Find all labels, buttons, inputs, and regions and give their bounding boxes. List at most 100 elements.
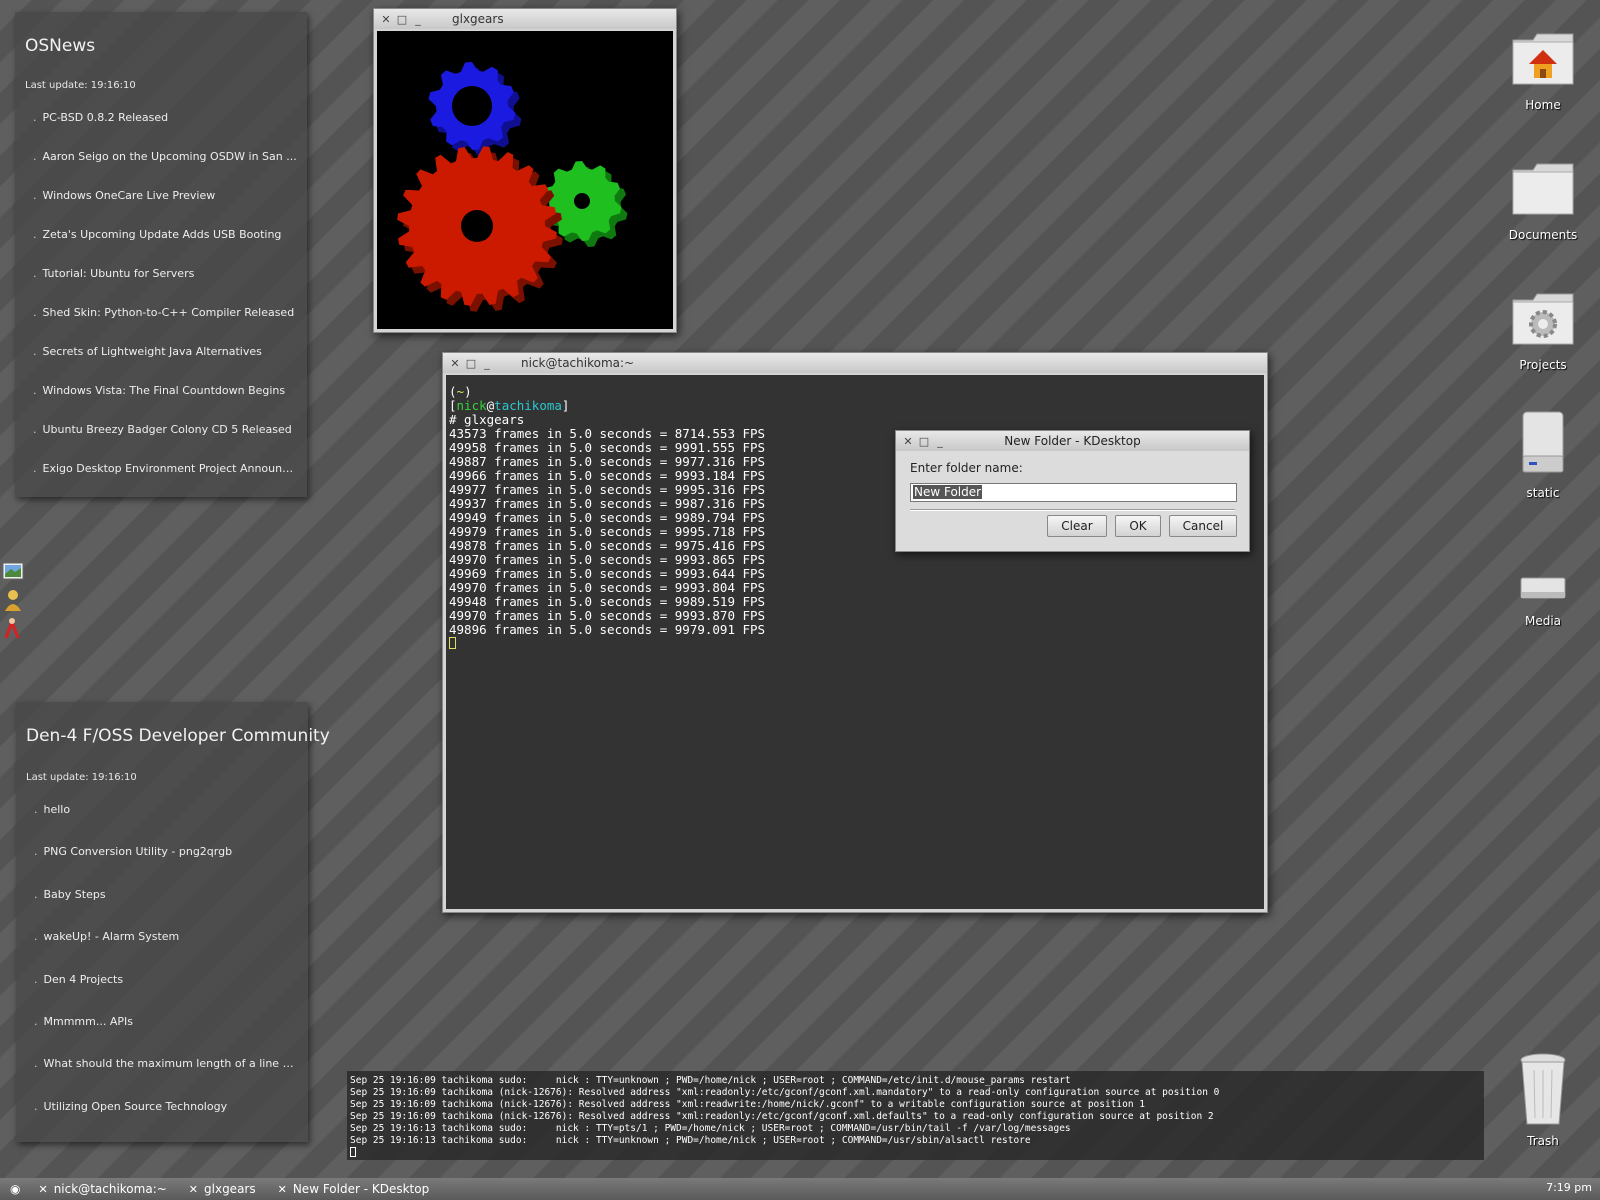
minimize-icon[interactable]: _ (932, 435, 948, 448)
taskbar: ◉ ✕ nick@tachikoma:~ ✕ glxgears ✕ New Folde… (0, 1178, 1600, 1200)
window-title: glxgears (452, 12, 504, 26)
feed-item[interactable]: . PC-BSD 0.8.2 Released (25, 111, 297, 150)
icon-label: static (1526, 486, 1560, 500)
log-line: Sep 25 19:16:09 tachikoma (nick-12676): … (350, 1087, 1220, 1098)
fps-line: 49896 frames in 5.0 seconds = 9979.091 F… (449, 622, 766, 637)
last-update-label: Last update: 19:16:10 (26, 772, 137, 783)
minimize-icon[interactable]: _ (410, 13, 426, 26)
trash-icon (1520, 1053, 1566, 1125)
blue-gear-icon (428, 62, 522, 156)
window-x-icon: ✕ (38, 1182, 48, 1196)
home-folder-icon (1512, 33, 1574, 85)
prompt-line: [nick@tachikoma] (449, 398, 570, 413)
fps-line: 49948 frames in 5.0 seconds = 9989.519 F… (449, 594, 766, 609)
side-launcher (2, 560, 28, 644)
feed-item[interactable]: . Exigo Desktop Environment Project Annou… (25, 462, 297, 501)
feed-item[interactable]: . Utilizing Open Source Technology (26, 1100, 298, 1142)
log-line: Sep 25 19:16:13 tachikoma sudo: nick : T… (350, 1123, 1071, 1134)
feed-item[interactable]: . Den 4 Projects (26, 973, 298, 1015)
folder-name-label: Enter folder name: (910, 461, 1023, 475)
maximize-icon[interactable]: □ (463, 357, 479, 370)
folder-name-input[interactable]: New Folder (910, 483, 1237, 502)
icon-label: Documents (1508, 228, 1578, 242)
cancel-button[interactable]: Cancel (1169, 515, 1237, 537)
kde-menu-icon[interactable]: ◉ (10, 1182, 20, 1196)
glxgears-window: ✕ □ _ glxgears (373, 8, 677, 333)
red-gear-icon (397, 146, 563, 312)
new-folder-dialog: ✕ □ _ New Folder - KDesktop Enter folder… (895, 430, 1250, 552)
feed-item[interactable]: . Aaron Seigo on the Upcoming OSDW in San… (25, 150, 297, 189)
maximize-icon[interactable]: □ (394, 13, 410, 26)
selected-text: New Folder (913, 485, 983, 499)
trash-desktop-icon[interactable]: Trash (1498, 1050, 1588, 1148)
feed-item[interactable]: . PNG Conversion Utility - png2qrgb (26, 845, 298, 887)
icon-label: Home (1525, 98, 1561, 112)
feed-item[interactable]: . Tutorial: Ubuntu for Servers (25, 267, 297, 306)
icon-label: Projects (1519, 358, 1567, 372)
window-title: New Folder - KDesktop (1004, 434, 1141, 448)
close-icon[interactable]: ✕ (378, 13, 394, 26)
panel-title: Den-4 F/OSS Developer Community (26, 726, 330, 746)
user-icon[interactable] (2, 588, 26, 614)
clock[interactable]: 7:19 pm (1546, 1181, 1592, 1194)
taskbar-task-new-folder[interactable]: ✕ New Folder - KDesktop (278, 1182, 430, 1196)
icon-label: Trash (1527, 1134, 1559, 1148)
icon-label: Media (1524, 614, 1562, 628)
ok-button[interactable]: OK (1115, 515, 1161, 537)
panel-title: OSNews (25, 36, 96, 56)
clear-button[interactable]: Clear (1047, 515, 1107, 537)
feed-item[interactable]: . wakeUp! - Alarm System (26, 930, 298, 972)
system-log-panel: Sep 25 19:16:09 tachikoma sudo: nick : T… (347, 1071, 1484, 1160)
feed-item[interactable]: . Shed Skin: Python-to-C++ Compiler Relea… (25, 306, 297, 345)
window-titlebar[interactable]: ✕ □ _ New Folder - KDesktop (896, 431, 1249, 451)
divider (910, 509, 1235, 511)
window-x-icon: ✕ (277, 1182, 287, 1196)
home-desktop-icon[interactable]: Home (1498, 20, 1588, 112)
close-icon[interactable]: ✕ (900, 435, 916, 448)
media-desktop-icon[interactable]: Media (1498, 568, 1588, 628)
feed-item[interactable]: . Zeta's Upcoming Update Adds USB Booting (25, 228, 297, 267)
text-cursor (350, 1147, 1481, 1161)
log-line: Sep 25 19:16:09 tachikoma (nick-12676): … (350, 1099, 1146, 1110)
den4-feed-panel: Den-4 F/OSS Developer Community Last upd… (16, 702, 330, 1142)
text-cursor (449, 637, 1261, 652)
command-line: # glxgears (449, 412, 525, 427)
minimize-icon[interactable]: _ (479, 357, 495, 370)
taskbar-task-glxgears[interactable]: ✕ glxgears (189, 1182, 256, 1196)
fps-line: 49970 frames in 5.0 seconds = 9993.804 F… (449, 580, 766, 595)
maximize-icon[interactable]: □ (916, 435, 932, 448)
media-drive-icon (1520, 577, 1566, 599)
osnews-feed-panel: OSNews Last update: 19:16:10 . PC-BSD 0.8… (15, 12, 307, 497)
folder-icon (1512, 163, 1574, 215)
close-icon[interactable]: ✕ (447, 357, 463, 370)
gears-canvas (377, 31, 673, 329)
static-desktop-icon[interactable]: static (1498, 408, 1588, 500)
window-titlebar[interactable]: ✕ □ _ glxgears (374, 9, 676, 29)
feed-item[interactable]: . What should the maximum length of a lin… (26, 1057, 298, 1099)
projects-desktop-icon[interactable]: Projects (1498, 280, 1588, 372)
log-line: Sep 25 19:16:13 tachikoma sudo: nick : T… (350, 1135, 1031, 1146)
projects-folder-icon (1512, 293, 1574, 345)
window-x-icon: ✕ (188, 1182, 199, 1196)
taskbar-task-terminal[interactable]: ✕ nick@tachikoma:~ (38, 1182, 166, 1196)
feed-item[interactable]: . Secrets of Lightweight Java Alternative… (25, 345, 297, 384)
log-line: Sep 25 19:16:09 tachikoma sudo: nick : T… (350, 1075, 1071, 1086)
gears-graphic (397, 62, 628, 312)
feed-item[interactable]: . Baby Steps (26, 888, 298, 930)
documents-desktop-icon[interactable]: Documents (1498, 150, 1588, 242)
feed-item[interactable]: . Mmmmm... APIs (26, 1015, 298, 1057)
window-title: nick@tachikoma:~ (521, 356, 635, 370)
fps-line: 49969 frames in 5.0 seconds = 9993.644 F… (449, 566, 766, 581)
feed-item[interactable]: . Windows Vista: The Final Countdown Begi… (25, 384, 297, 423)
feed-item[interactable]: . hello (26, 803, 298, 845)
log-line: Sep 25 19:16:09 tachikoma (nick-12676): … (350, 1111, 1214, 1122)
last-update-label: Last update: 19:16:10 (25, 80, 136, 91)
feed-item[interactable]: . Ubuntu Breezy Badger Colony CD 5 Releas… (25, 423, 297, 462)
fps-line: 49970 frames in 5.0 seconds = 9993.865 F… (449, 552, 766, 567)
feed-item[interactable]: . Windows OneCare Live Preview (25, 189, 297, 228)
app-launcher-icon[interactable] (2, 616, 26, 642)
image-viewer-icon[interactable] (2, 560, 26, 586)
hard-drive-icon (1522, 411, 1564, 473)
prompt-dir-line: (~) (449, 384, 472, 399)
window-titlebar[interactable]: ✕ □ _ nick@tachikoma:~ (443, 353, 1267, 373)
